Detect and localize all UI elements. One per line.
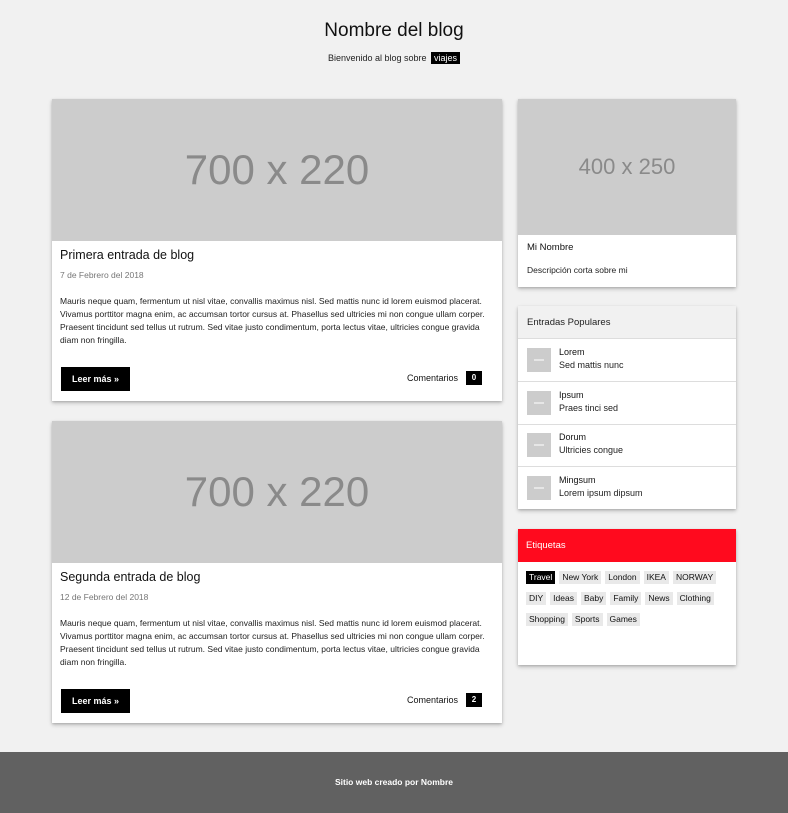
tag-travel[interactable]: Travel bbox=[526, 571, 556, 584]
comments-link[interactable]: Comentarios 2 bbox=[407, 693, 482, 707]
profile-description: Descripción corta sobre mi bbox=[527, 265, 628, 275]
page-footer: Sitio web creado por Nombre bbox=[0, 752, 788, 813]
tag-london[interactable]: London bbox=[605, 571, 640, 584]
post-image-label: 700 x 220 bbox=[184, 468, 370, 515]
tags-heading: Etiquetas bbox=[526, 540, 566, 551]
post-excerpt: Mauris neque quam, fermentum ut nisl vit… bbox=[60, 618, 485, 667]
popular-post-item[interactable]: Lorem Sed mattis nunc bbox=[518, 339, 736, 382]
tag-ideas[interactable]: Ideas bbox=[550, 592, 577, 605]
tag-norway[interactable]: NORWAY bbox=[672, 571, 717, 584]
blog-post-card: 700 x 220 Primera entrada de blog 7 de F… bbox=[52, 99, 502, 401]
popular-post-item[interactable]: Ipsum Praes tinci sed bbox=[518, 382, 736, 425]
popular-post-title: Ipsum bbox=[559, 390, 584, 400]
tag-ikea[interactable]: IKEA bbox=[643, 571, 669, 584]
read-more-button[interactable]: Leer más » bbox=[61, 367, 130, 391]
tagline-highlight: viajes bbox=[431, 52, 461, 64]
read-more-button[interactable]: Leer más » bbox=[61, 689, 130, 713]
popular-post-item[interactable]: Dorum Ultricies congue bbox=[518, 424, 736, 467]
tag-clothing[interactable]: Clothing bbox=[676, 592, 714, 605]
popular-posts-card: Entradas Populares Lorem Sed mattis nunc… bbox=[518, 306, 736, 509]
profile-name: Mi Nombre bbox=[527, 242, 574, 253]
tag-diy[interactable]: DIY bbox=[526, 592, 547, 605]
post-image-placeholder: 700 x 220 bbox=[52, 99, 502, 241]
popular-posts-header: Entradas Populares bbox=[518, 306, 736, 339]
site-tagline: Bienvenido al blog sobre viajes bbox=[0, 52, 788, 64]
tags-header: Etiquetas bbox=[518, 529, 736, 562]
comments-count-badge: 0 bbox=[466, 371, 482, 385]
post-title[interactable]: Primera entrada de blog bbox=[60, 248, 194, 262]
profile-image-placeholder: 400 x 250 bbox=[518, 99, 736, 235]
tag-news[interactable]: News bbox=[645, 592, 673, 605]
popular-post-subtitle: Ultricies congue bbox=[559, 445, 624, 455]
post-image-placeholder: 700 x 220 bbox=[52, 421, 502, 563]
post-date: 7 de Febrero del 2018 bbox=[60, 270, 144, 280]
tags-card: Etiquetas Travel New York London IKEA NO… bbox=[518, 529, 736, 665]
tagline-prefix: Bienvenido al blog sobre bbox=[327, 53, 427, 63]
comments-count-badge: 2 bbox=[466, 693, 482, 707]
profile-image-label: 400 x 250 bbox=[578, 154, 676, 179]
comments-label: Comentarios bbox=[406, 373, 458, 383]
tag-sports[interactable]: Sports bbox=[571, 613, 603, 626]
post-excerpt: Mauris neque quam, fermentum ut nisl vit… bbox=[60, 296, 485, 345]
popular-posts-heading: Entradas Populares bbox=[527, 317, 611, 328]
comments-link[interactable]: Comentarios 0 bbox=[407, 371, 482, 385]
profile-card: 400 x 250 Mi Nombre Descripción corta so… bbox=[518, 99, 736, 287]
popular-post-subtitle: Praes tinci sed bbox=[559, 403, 619, 413]
popular-post-item[interactable]: Mingsum Lorem ipsum dipsum bbox=[518, 467, 736, 510]
popular-post-subtitle: Lorem ipsum dipsum bbox=[559, 488, 643, 498]
popular-post-subtitle: Sed mattis nunc bbox=[559, 360, 624, 370]
site-title: Nombre del blog bbox=[324, 20, 464, 41]
post-title[interactable]: Segunda entrada de blog bbox=[60, 570, 200, 584]
post-date: 12 de Febrero del 2018 bbox=[60, 592, 149, 602]
image-placeholder-icon bbox=[527, 348, 551, 372]
image-placeholder-icon bbox=[527, 391, 551, 415]
popular-post-title: Dorum bbox=[559, 432, 587, 442]
popular-post-title: Mingsum bbox=[559, 475, 596, 485]
blog-post-card: 700 x 220 Segunda entrada de blog 12 de … bbox=[52, 421, 502, 723]
image-placeholder-icon bbox=[527, 433, 551, 457]
comments-label: Comentarios bbox=[406, 695, 458, 705]
tag-shopping[interactable]: Shopping bbox=[526, 613, 568, 626]
footer-credit: Sitio web creado por Nombre bbox=[334, 777, 454, 787]
tag-family[interactable]: Family bbox=[610, 592, 642, 605]
tag-new-york[interactable]: New York bbox=[559, 571, 602, 584]
post-image-label: 700 x 220 bbox=[184, 146, 370, 193]
image-placeholder-icon bbox=[527, 476, 551, 500]
tag-baby[interactable]: Baby bbox=[580, 592, 607, 605]
popular-post-title: Lorem bbox=[559, 347, 585, 357]
tags-list: Travel New York London IKEA NORWAY DIY I… bbox=[526, 571, 730, 634]
tag-games[interactable]: Games bbox=[606, 613, 640, 626]
